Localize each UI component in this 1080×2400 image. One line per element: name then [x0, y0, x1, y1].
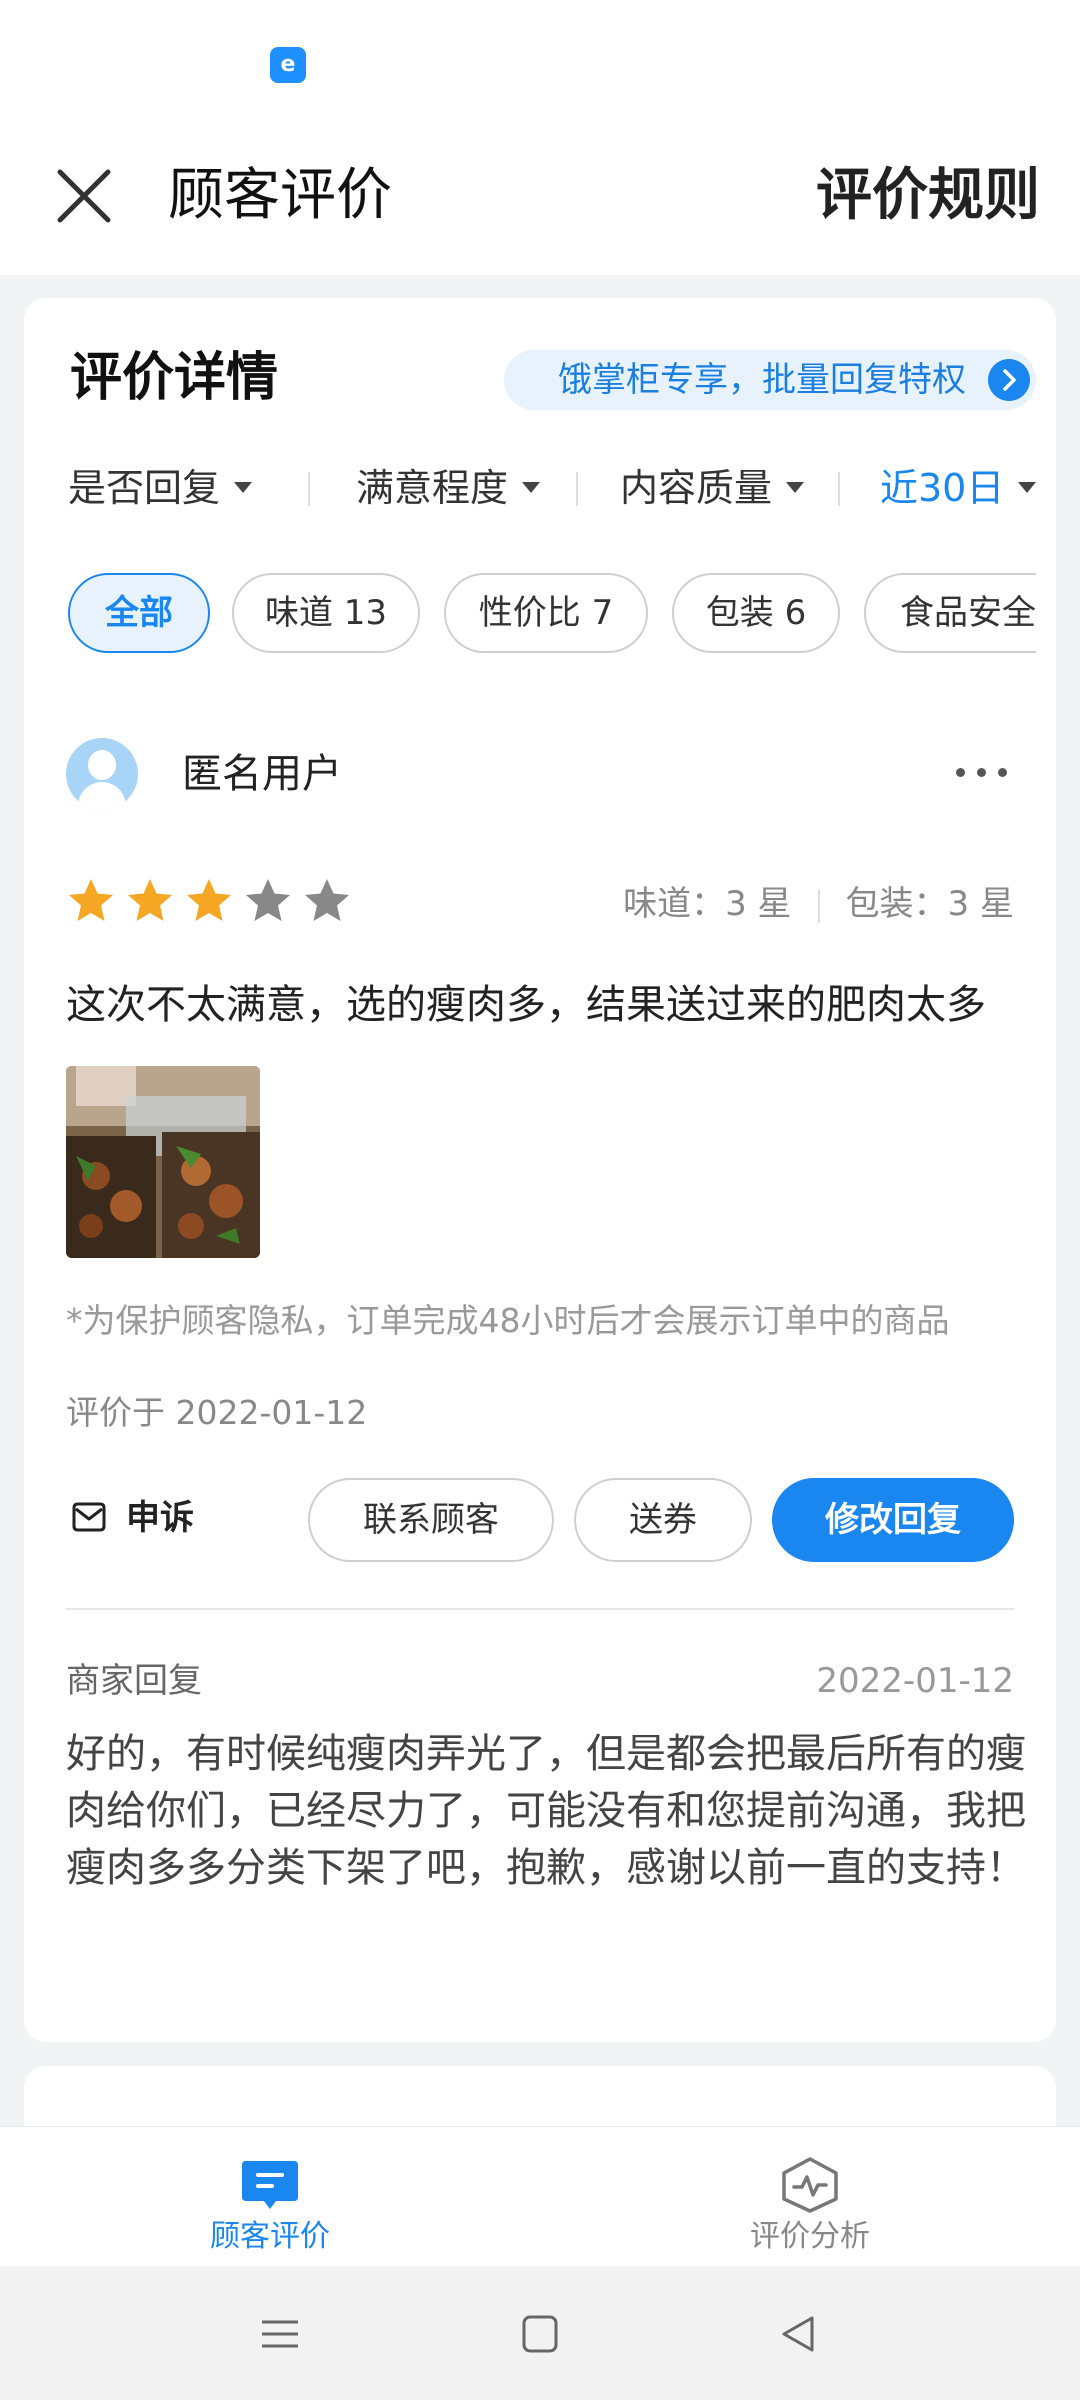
filter-satisfaction[interactable]: 满意程度 — [356, 458, 541, 518]
reply-date: 2022-01-12 — [816, 1661, 1014, 1701]
package-score: 包装：3 星 — [845, 884, 1014, 924]
filter-quality[interactable]: 内容质量 — [620, 458, 805, 518]
bottom-tab-bar: 顾客评价 评价分析 — [0, 2126, 1080, 2266]
star-empty-icon — [246, 879, 290, 921]
chip-food-safety[interactable]: 食品安全 — [864, 573, 1036, 653]
reply-label: 商家回复 — [66, 1661, 202, 1701]
send-coupon-button[interactable]: 送券 — [574, 1478, 752, 1562]
tab-label: 评价分析 — [750, 2219, 870, 2254]
analysis-icon — [782, 2157, 838, 2213]
section-title: 评价详情 — [70, 348, 279, 408]
close-icon — [57, 169, 111, 223]
review-text: 这次不太满意，选的瘦肉多，结果送过来的肥肉太多 — [66, 982, 986, 1028]
star-filled-icon — [69, 879, 113, 921]
app-notification-icon: e — [270, 47, 306, 83]
top-bar: 顾客评价 评价规则 — [0, 130, 1080, 275]
filter-date-range[interactable]: 近30日 — [880, 458, 1037, 518]
reviewer-name: 匿名用户 — [182, 751, 342, 797]
star-empty-icon — [305, 879, 349, 921]
close-button[interactable] — [48, 160, 120, 232]
menu-icon[interactable] — [250, 2306, 310, 2362]
avatar — [66, 738, 138, 810]
divider — [576, 472, 578, 506]
taste-score: 味道：3 星 — [623, 884, 792, 924]
filter-reply[interactable]: 是否回复 — [68, 458, 253, 518]
review-photo[interactable] — [66, 1066, 260, 1258]
home-icon[interactable] — [510, 2306, 570, 2362]
review-date: 评价于 2022-01-12 — [66, 1393, 368, 1432]
filter-label: 是否回复 — [68, 466, 221, 510]
caret-down-icon — [234, 482, 253, 493]
category-chips: 全部 味道 13 性价比 7 包装 6 食品安全 — [68, 573, 1036, 655]
filter-label: 内容质量 — [620, 466, 773, 510]
tab-customer-reviews[interactable]: 顾客评价 — [170, 2127, 370, 2267]
chip-taste[interactable]: 味道 13 — [232, 573, 420, 653]
status-bar: e — [0, 0, 1080, 130]
chip-all[interactable]: 全部 — [68, 573, 210, 653]
caret-down-icon — [1018, 482, 1037, 493]
chip-packaging[interactable]: 包装 6 — [672, 573, 840, 653]
divider — [817, 888, 820, 923]
more-options-button[interactable] — [952, 748, 1012, 798]
privacy-note: *为保护顾客隐私，订单完成48小时后才会展示订单中的商品 — [66, 1301, 950, 1340]
rules-link[interactable]: 评价规则 — [816, 160, 1040, 232]
star-filled-icon — [187, 879, 231, 921]
tab-label: 顾客评价 — [210, 2219, 330, 2254]
promo-text: 饿掌柜专享，批量回复特权 — [558, 360, 966, 400]
back-icon[interactable] — [768, 2306, 828, 2362]
food-photo-image — [66, 1066, 260, 1258]
contact-customer-button[interactable]: 联系顾客 — [308, 1478, 554, 1562]
filter-bar: 是否回复 满意程度 内容质量 近30日 — [68, 458, 1038, 518]
chevron-right-icon — [988, 359, 1030, 401]
more-icon — [956, 768, 965, 777]
filter-label: 满意程度 — [356, 466, 509, 510]
caret-down-icon — [786, 482, 805, 493]
divider — [66, 1608, 1014, 1610]
review-card: 评价详情 饿掌柜专享，批量回复特权 是否回复 满意程度 内容质量 近30日 全部… — [24, 298, 1056, 2042]
message-icon — [242, 2161, 298, 2209]
page-title: 顾客评价 — [168, 163, 392, 228]
edit-reply-button[interactable]: 修改回复 — [772, 1478, 1014, 1562]
tab-review-analysis[interactable]: 评价分析 — [710, 2127, 910, 2267]
chip-value[interactable]: 性价比 7 — [444, 573, 648, 653]
filter-label: 近30日 — [880, 466, 1005, 510]
system-nav-bar — [0, 2266, 1080, 2400]
mail-icon — [72, 1502, 106, 1532]
appeal-label: 申诉 — [126, 1498, 194, 1538]
promo-banner[interactable]: 饿掌柜专享，批量回复特权 — [504, 350, 1036, 410]
caret-down-icon — [522, 482, 541, 493]
divider — [308, 472, 310, 506]
star-filled-icon — [128, 879, 172, 921]
divider — [838, 472, 840, 506]
reply-text: 好的，有时候纯瘦肉弄光了，但是都会把最后所有的瘦肉给你们，已经尽力了，可能没有和… — [66, 1731, 1026, 1891]
sub-scores: 味道：3 星 包装：3 星 — [623, 876, 1014, 932]
